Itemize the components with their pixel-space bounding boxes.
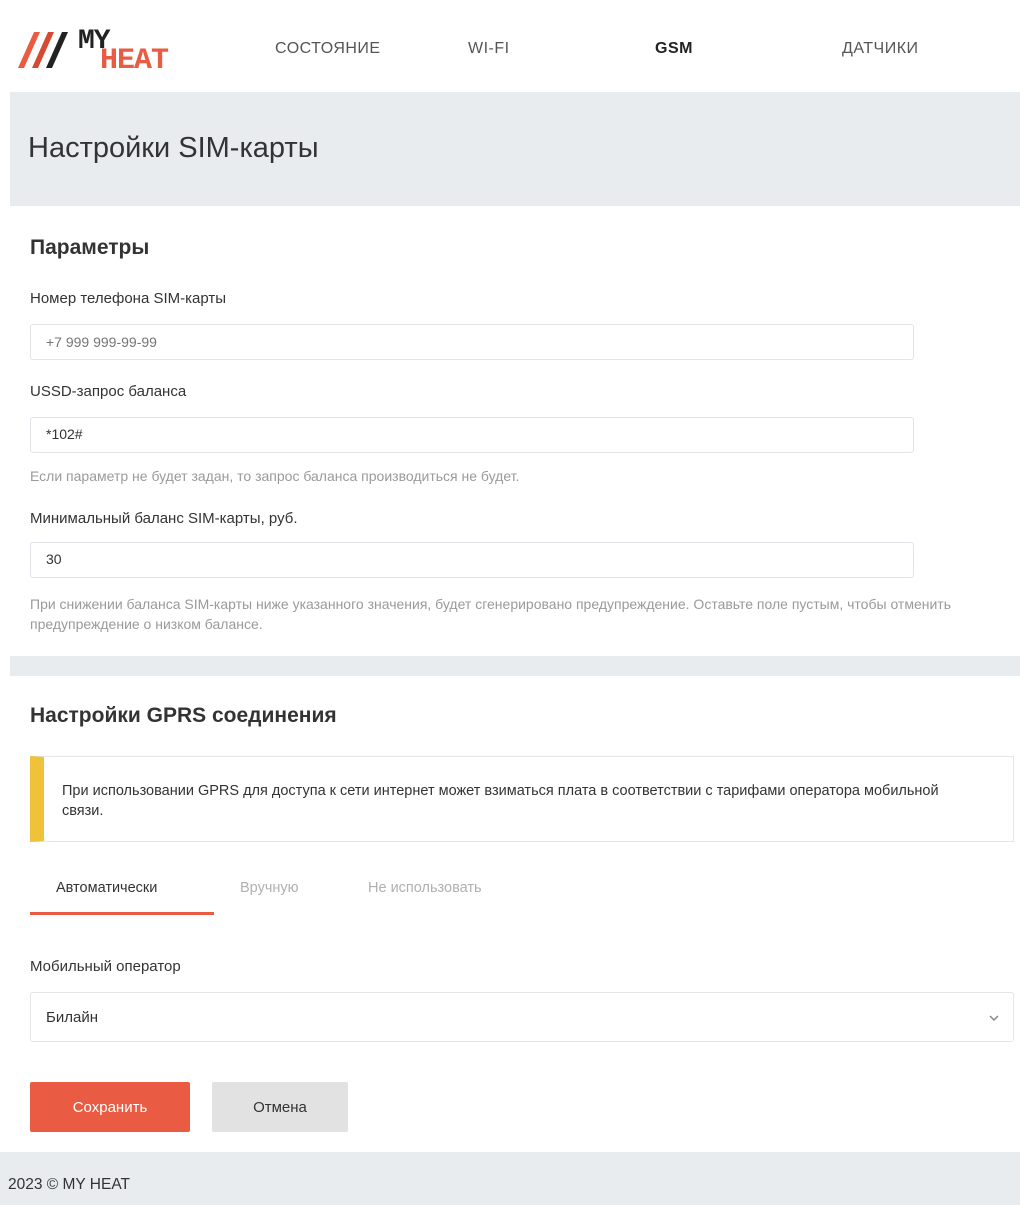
nav-item-gsm[interactable]: GSM [655, 40, 693, 58]
ussd-input[interactable]: *102# [30, 417, 914, 453]
params-section-title: Параметры [30, 236, 150, 259]
gprs-mode-tabs: Автоматически Вручную Не использовать [30, 870, 630, 916]
brand-logo[interactable]: MY HEAT [12, 22, 172, 78]
active-tab-indicator [30, 912, 214, 915]
section-divider [10, 656, 1020, 676]
operator-select-value: Билайн [46, 1009, 98, 1026]
min-balance-label: Минимальный баланс SIM-карты, руб. [30, 510, 298, 527]
copyright-text: 2023 © MY HEAT [8, 1176, 130, 1193]
gprs-warning-alert: При использовании GPRS для доступа к сет… [30, 756, 1014, 842]
top-navbar: MY HEAT СОСТОЯНИЕ WI-FI GSM ДАТЧИКИ [0, 0, 1020, 92]
cancel-button[interactable]: Отмена [212, 1082, 348, 1132]
operator-label: Мобильный оператор [30, 958, 181, 975]
ussd-label: USSD-запрос баланса [30, 383, 187, 400]
tab-disabled[interactable]: Не использовать [368, 880, 482, 896]
tab-auto[interactable]: Автоматически [56, 880, 157, 896]
nav-item-state[interactable]: СОСТОЯНИЕ [275, 40, 381, 58]
min-balance-hint: При снижении баланса SIM-карты ниже указ… [30, 596, 951, 632]
page-header: Настройки SIM-карты [10, 92, 1020, 206]
gprs-warning-text: При использовании GPRS для доступа к сет… [62, 783, 939, 819]
tab-manual[interactable]: Вручную [240, 880, 299, 896]
gprs-section-title: Настройки GPRS соединения [30, 704, 337, 727]
logo-heat-text: HEAT [100, 44, 169, 78]
chevron-down-icon [989, 1015, 999, 1022]
nav-item-wifi[interactable]: WI-FI [468, 40, 510, 58]
save-button[interactable]: Сохранить [30, 1082, 190, 1132]
footer: 2023 © MY HEAT [0, 1152, 1020, 1205]
min-balance-input[interactable]: 30 [30, 542, 914, 578]
logo-flame-icon [18, 32, 68, 68]
page-title: Настройки SIM-карты [28, 132, 319, 164]
ussd-hint: Если параметр не будет задан, то запрос … [30, 468, 520, 484]
phone-label: Номер телефона SIM-карты [30, 290, 227, 307]
operator-select[interactable]: Билайн [30, 992, 1014, 1042]
phone-input[interactable] [30, 324, 914, 360]
nav-item-sensors[interactable]: ДАТЧИКИ [842, 40, 919, 58]
